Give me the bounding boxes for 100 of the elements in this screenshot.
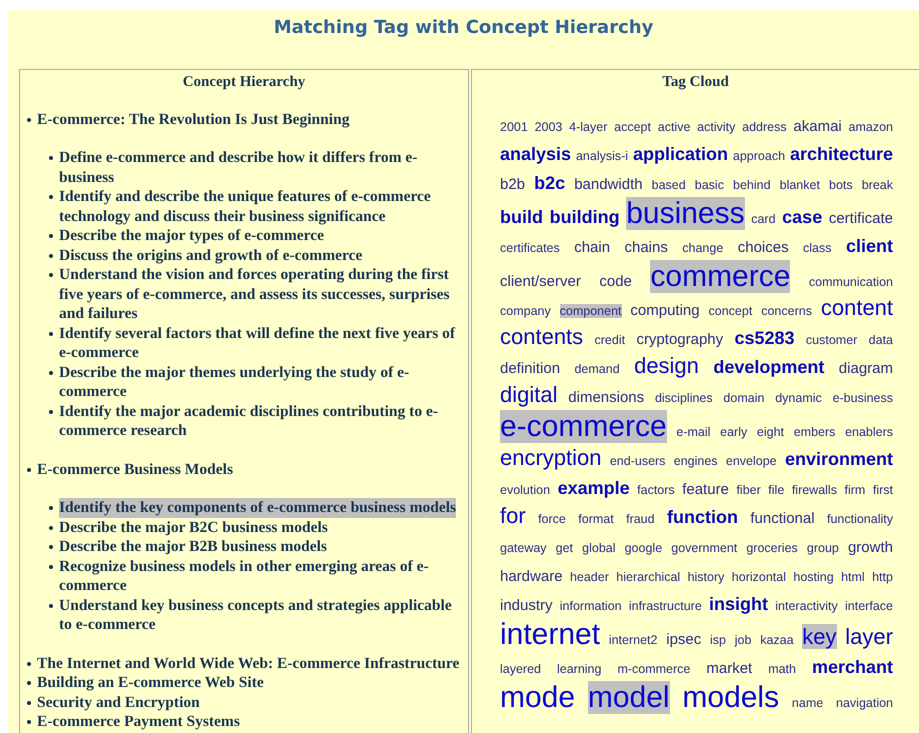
tag-link[interactable]: dimensions: [568, 388, 644, 406]
subtopic-item[interactable]: Recognize business models in other emerging areas of e-commerce: [59, 556, 466, 596]
tag-link[interactable]: based: [652, 178, 686, 192]
tag-link[interactable]: cryptography: [636, 330, 724, 348]
tag-link[interactable]: force: [538, 512, 566, 526]
tag-link[interactable]: concept: [708, 304, 752, 318]
tag-link[interactable]: engines: [674, 454, 718, 468]
tag-link[interactable]: first: [872, 482, 893, 496]
tag-link[interactable]: kazaa: [760, 632, 794, 646]
tag-link[interactable]: models: [682, 680, 780, 714]
tag-link[interactable]: b2c: [534, 172, 566, 192]
tag-link[interactable]: disciplines: [654, 390, 713, 404]
subtopic-item[interactable]: Define e-commerce and describe how it differs from e-business: [59, 148, 466, 187]
tag-link[interactable]: firm: [844, 482, 866, 496]
tag-link[interactable]: embers: [794, 424, 836, 438]
tag-link[interactable]: choices: [738, 238, 789, 256]
tag-link[interactable]: address: [742, 120, 787, 134]
tag-link[interactable]: envelope: [726, 454, 777, 468]
tag-link[interactable]: diagram: [838, 360, 893, 376]
tag-link[interactable]: code: [599, 272, 632, 290]
tag-link[interactable]: environment: [784, 448, 893, 468]
topic-item[interactable]: E-commerce Payment Systems: [37, 712, 240, 732]
tag-link[interactable]: interface: [845, 598, 893, 612]
tag-link[interactable]: build: [500, 206, 543, 226]
tag-link[interactable]: eight: [756, 424, 784, 438]
tag-link[interactable]: akamai: [793, 118, 842, 134]
tag-link[interactable]: e-commerce: [500, 410, 667, 442]
subtopic-item[interactable]: Identify the key components of e-commerce business models: [59, 498, 456, 518]
tag-link[interactable]: function: [666, 506, 738, 526]
tag-link[interactable]: get: [556, 540, 574, 554]
tag-link[interactable]: definition: [500, 360, 560, 376]
tag-link[interactable]: key: [802, 624, 837, 648]
tag-link[interactable]: fiber: [736, 482, 761, 496]
subtopic-item[interactable]: Describe the major B2C business models: [59, 518, 328, 537]
tag-link[interactable]: groceries: [746, 540, 798, 554]
tag-link[interactable]: 4-layer: [569, 120, 608, 134]
tag-link[interactable]: header: [570, 570, 609, 584]
tag-link[interactable]: bandwidth: [574, 176, 643, 192]
tag-link[interactable]: enablers: [845, 424, 894, 438]
tag-link[interactable]: architecture: [790, 144, 893, 164]
tag-link[interactable]: credit: [594, 332, 626, 346]
subtopic-item[interactable]: Identify the major academic disciplines contributing to e-commerce research: [59, 402, 466, 440]
tag-link[interactable]: group: [806, 540, 839, 554]
tag-link[interactable]: amazon: [848, 120, 893, 134]
tag-link[interactable]: internet2: [608, 632, 658, 646]
tag-link[interactable]: e-business: [832, 390, 894, 404]
tag-link[interactable]: concerns: [761, 304, 812, 318]
tag-link[interactable]: chain: [574, 238, 610, 256]
tag-link[interactable]: certificate: [828, 210, 894, 226]
tag-link[interactable]: government: [671, 540, 738, 554]
tag-link[interactable]: end-users: [610, 454, 666, 468]
tag-link[interactable]: building: [550, 206, 620, 226]
tag-link[interactable]: merchant: [812, 656, 893, 676]
tag-link[interactable]: hosting: [793, 570, 834, 584]
tag-link[interactable]: e-mail: [676, 424, 710, 438]
tag-link[interactable]: ipsec: [666, 630, 702, 648]
tag-link[interactable]: content: [820, 294, 894, 320]
tag-link[interactable]: development: [713, 356, 824, 376]
subtopic-item[interactable]: Understand the vision and forces operating during the first five years of e-commerce, and assess its successes, surprises and failures: [59, 265, 466, 324]
tag-link[interactable]: digital: [500, 382, 558, 406]
tag-link[interactable]: market: [706, 660, 752, 676]
tag-link[interactable]: history: [688, 570, 724, 584]
tag-link[interactable]: layered: [500, 662, 541, 676]
tag-link[interactable]: hierarchical: [616, 570, 680, 584]
tag-link[interactable]: learning: [556, 662, 602, 676]
tag-link[interactable]: 2001: [500, 120, 528, 134]
tag-link[interactable]: 2003: [534, 120, 562, 134]
tag-link[interactable]: m-commerce: [617, 662, 690, 676]
tag-link[interactable]: change: [682, 240, 724, 254]
tag-link[interactable]: format: [578, 512, 614, 526]
tag-link[interactable]: demand: [574, 362, 620, 376]
tag-link[interactable]: communication: [808, 274, 893, 288]
tag-link[interactable]: component: [560, 304, 622, 318]
tag-link[interactable]: basic: [694, 178, 724, 192]
tag-link[interactable]: example: [558, 478, 630, 498]
tag-link[interactable]: customer: [806, 332, 858, 346]
subtopic-item[interactable]: Identify several factors that will define the next five years of e-commerce: [59, 324, 466, 362]
subtopic-item[interactable]: Identify and describe the unique features of e-commerce technology and discuss their business significance: [59, 187, 466, 226]
tag-link[interactable]: chains: [624, 238, 668, 256]
tag-link[interactable]: active: [658, 120, 690, 134]
tag-link[interactable]: client: [846, 236, 893, 256]
tag-link[interactable]: activity: [697, 120, 736, 134]
subtopic-item[interactable]: Understand key business concepts and strategies applicable to e-commerce: [59, 596, 466, 634]
tag-link[interactable]: contents: [500, 324, 584, 348]
tag-link[interactable]: b2b: [500, 176, 526, 192]
topic-item[interactable]: E-commerce Business Models: [37, 460, 234, 479]
tag-link[interactable]: global: [582, 540, 616, 554]
tag-link[interactable]: cs5283: [734, 328, 795, 348]
tag-link[interactable]: http: [872, 570, 893, 584]
tag-link[interactable]: behind: [733, 178, 771, 192]
topic-item[interactable]: Building an E-commerce Web Site: [37, 673, 264, 692]
tag-link[interactable]: math: [768, 662, 796, 676]
subtopic-item[interactable]: Discuss the origins and growth of e-commerce: [59, 246, 362, 265]
tag-link[interactable]: fraud: [626, 512, 655, 526]
tag-link[interactable]: design: [634, 352, 699, 378]
tag-link[interactable]: isp: [710, 632, 726, 646]
tag-link[interactable]: insight: [709, 594, 768, 614]
tag-link[interactable]: approach: [732, 148, 786, 162]
tag-link[interactable]: google: [624, 540, 662, 554]
tag-link[interactable]: encryption: [500, 444, 602, 470]
